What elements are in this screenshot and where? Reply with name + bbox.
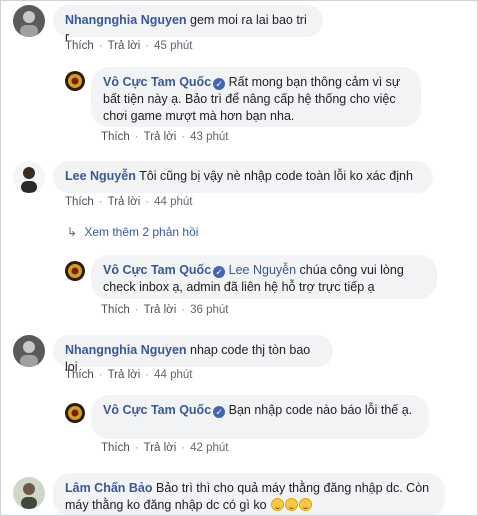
reply-bubble: Vô Cực Tam Quốc ✓ Bạn nhập code nào báo l… (91, 395, 429, 439)
comment-text: Tôi cũng bị vậy nè nhập code toàn lỗi ko… (139, 169, 413, 183)
reply-link[interactable]: Trả lời (144, 304, 177, 316)
verified-badge-icon: ✓ (213, 266, 226, 278)
avatar[interactable] (13, 5, 45, 37)
like-link[interactable]: Thích (65, 40, 94, 52)
separator: · (134, 442, 139, 454)
comment-time[interactable]: 44 phút (154, 369, 192, 381)
separator: · (145, 40, 150, 52)
avatar[interactable] (13, 335, 45, 367)
comment-actions: Thích · Trả lời · 36 phút (101, 304, 229, 316)
laughing-emoji-icon (285, 498, 299, 511)
separator: · (134, 304, 139, 316)
verified-badge-icon: ✓ (213, 78, 226, 90)
view-more-label: Xem thêm 2 phản hồi (84, 225, 199, 239)
comment-actions: Thích · Trả lời · 42 phút (101, 442, 229, 454)
separator: · (98, 369, 103, 381)
like-link[interactable]: Thích (101, 131, 130, 143)
comment-author[interactable]: Vô Cực Tam Quốc (103, 263, 211, 277)
laughing-emoji-icon (299, 498, 313, 511)
comment-time[interactable]: 43 phút (190, 131, 228, 143)
reply-arrow-icon: ↳ (67, 225, 78, 239)
separator: · (98, 40, 103, 52)
like-link[interactable]: Thích (65, 196, 94, 208)
comment-actions: Thích · Trả lời · 43 phút (101, 131, 229, 143)
reply-link[interactable]: Trả lời (108, 196, 141, 208)
view-more-replies-link[interactable]: ↳ Xem thêm 2 phản hồi (67, 225, 198, 239)
brand-avatar-icon[interactable] (65, 71, 85, 91)
comment-time[interactable]: 36 phút (190, 304, 228, 316)
separator: · (181, 442, 186, 454)
mention-link[interactable]: Lee Nguyễn (229, 263, 296, 277)
like-link[interactable]: Thích (101, 304, 130, 316)
comment-actions: Thích · Trả lời · 44 phút (65, 196, 193, 208)
reply-bubble: Vô Cực Tam Quốc ✓ Rất mong bạn thông cảm … (91, 67, 421, 127)
reply-bubble: Vô Cực Tam Quốc ✓ Lee Nguyễn chúa công vu… (91, 255, 437, 299)
separator: · (181, 304, 186, 316)
brand-avatar-icon[interactable] (65, 261, 85, 281)
comment-author[interactable]: Lee Nguyễn (65, 169, 136, 183)
separator: · (98, 196, 103, 208)
verified-badge-icon: ✓ (213, 406, 226, 418)
separator: · (181, 131, 186, 143)
separator: · (134, 131, 139, 143)
comment-author[interactable]: Vô Cực Tam Quốc (103, 403, 211, 417)
comment-actions: Thích · Trả lời · 45 phút (65, 40, 193, 52)
reply-link[interactable]: Trả lời (144, 442, 177, 454)
comment-time[interactable]: 42 phút (190, 442, 228, 454)
avatar[interactable] (13, 161, 45, 193)
comment-bubble: Nhangnghia Nguyen nhap code thj tòn bao … (53, 335, 333, 374)
comment-actions: Thích · Trả lời · 44 phút (65, 369, 193, 381)
comment-bubble: Nhangnghia Nguyen gem moi ra lai bao tri… (53, 5, 323, 44)
brand-avatar-icon[interactable] (65, 403, 85, 423)
like-link[interactable]: Thích (101, 442, 130, 454)
avatar[interactable] (13, 477, 45, 509)
like-link[interactable]: Thích (65, 369, 94, 381)
reply-link[interactable]: Trả lời (144, 131, 177, 143)
comment-text: Bạn nhập code nào báo lỗi thế ạ. (228, 403, 413, 417)
laughing-emoji-icon (271, 498, 285, 511)
reply-link[interactable]: Trả lời (108, 369, 141, 381)
comment-author[interactable]: Vô Cực Tam Quốc (103, 75, 211, 89)
comment-time[interactable]: 45 phút (154, 40, 192, 52)
separator: · (145, 369, 150, 381)
comment-bubble: Lâm Chấn Bảo Bảo trì thì cho quả máy thằ… (53, 473, 445, 515)
comment-author[interactable]: Nhangnghia Nguyen (65, 13, 187, 27)
separator: · (145, 196, 150, 208)
comment-author[interactable]: Lâm Chấn Bảo (65, 481, 153, 495)
comment-time[interactable]: 44 phút (154, 196, 192, 208)
comment-author[interactable]: Nhangnghia Nguyen (65, 343, 187, 357)
reply-link[interactable]: Trả lời (108, 40, 141, 52)
comments-panel: Nhangnghia Nguyen gem moi ra lai bao tri… (0, 0, 478, 516)
comment-bubble: Lee Nguyễn Tôi cũng bị vậy nè nhập code … (53, 161, 433, 193)
